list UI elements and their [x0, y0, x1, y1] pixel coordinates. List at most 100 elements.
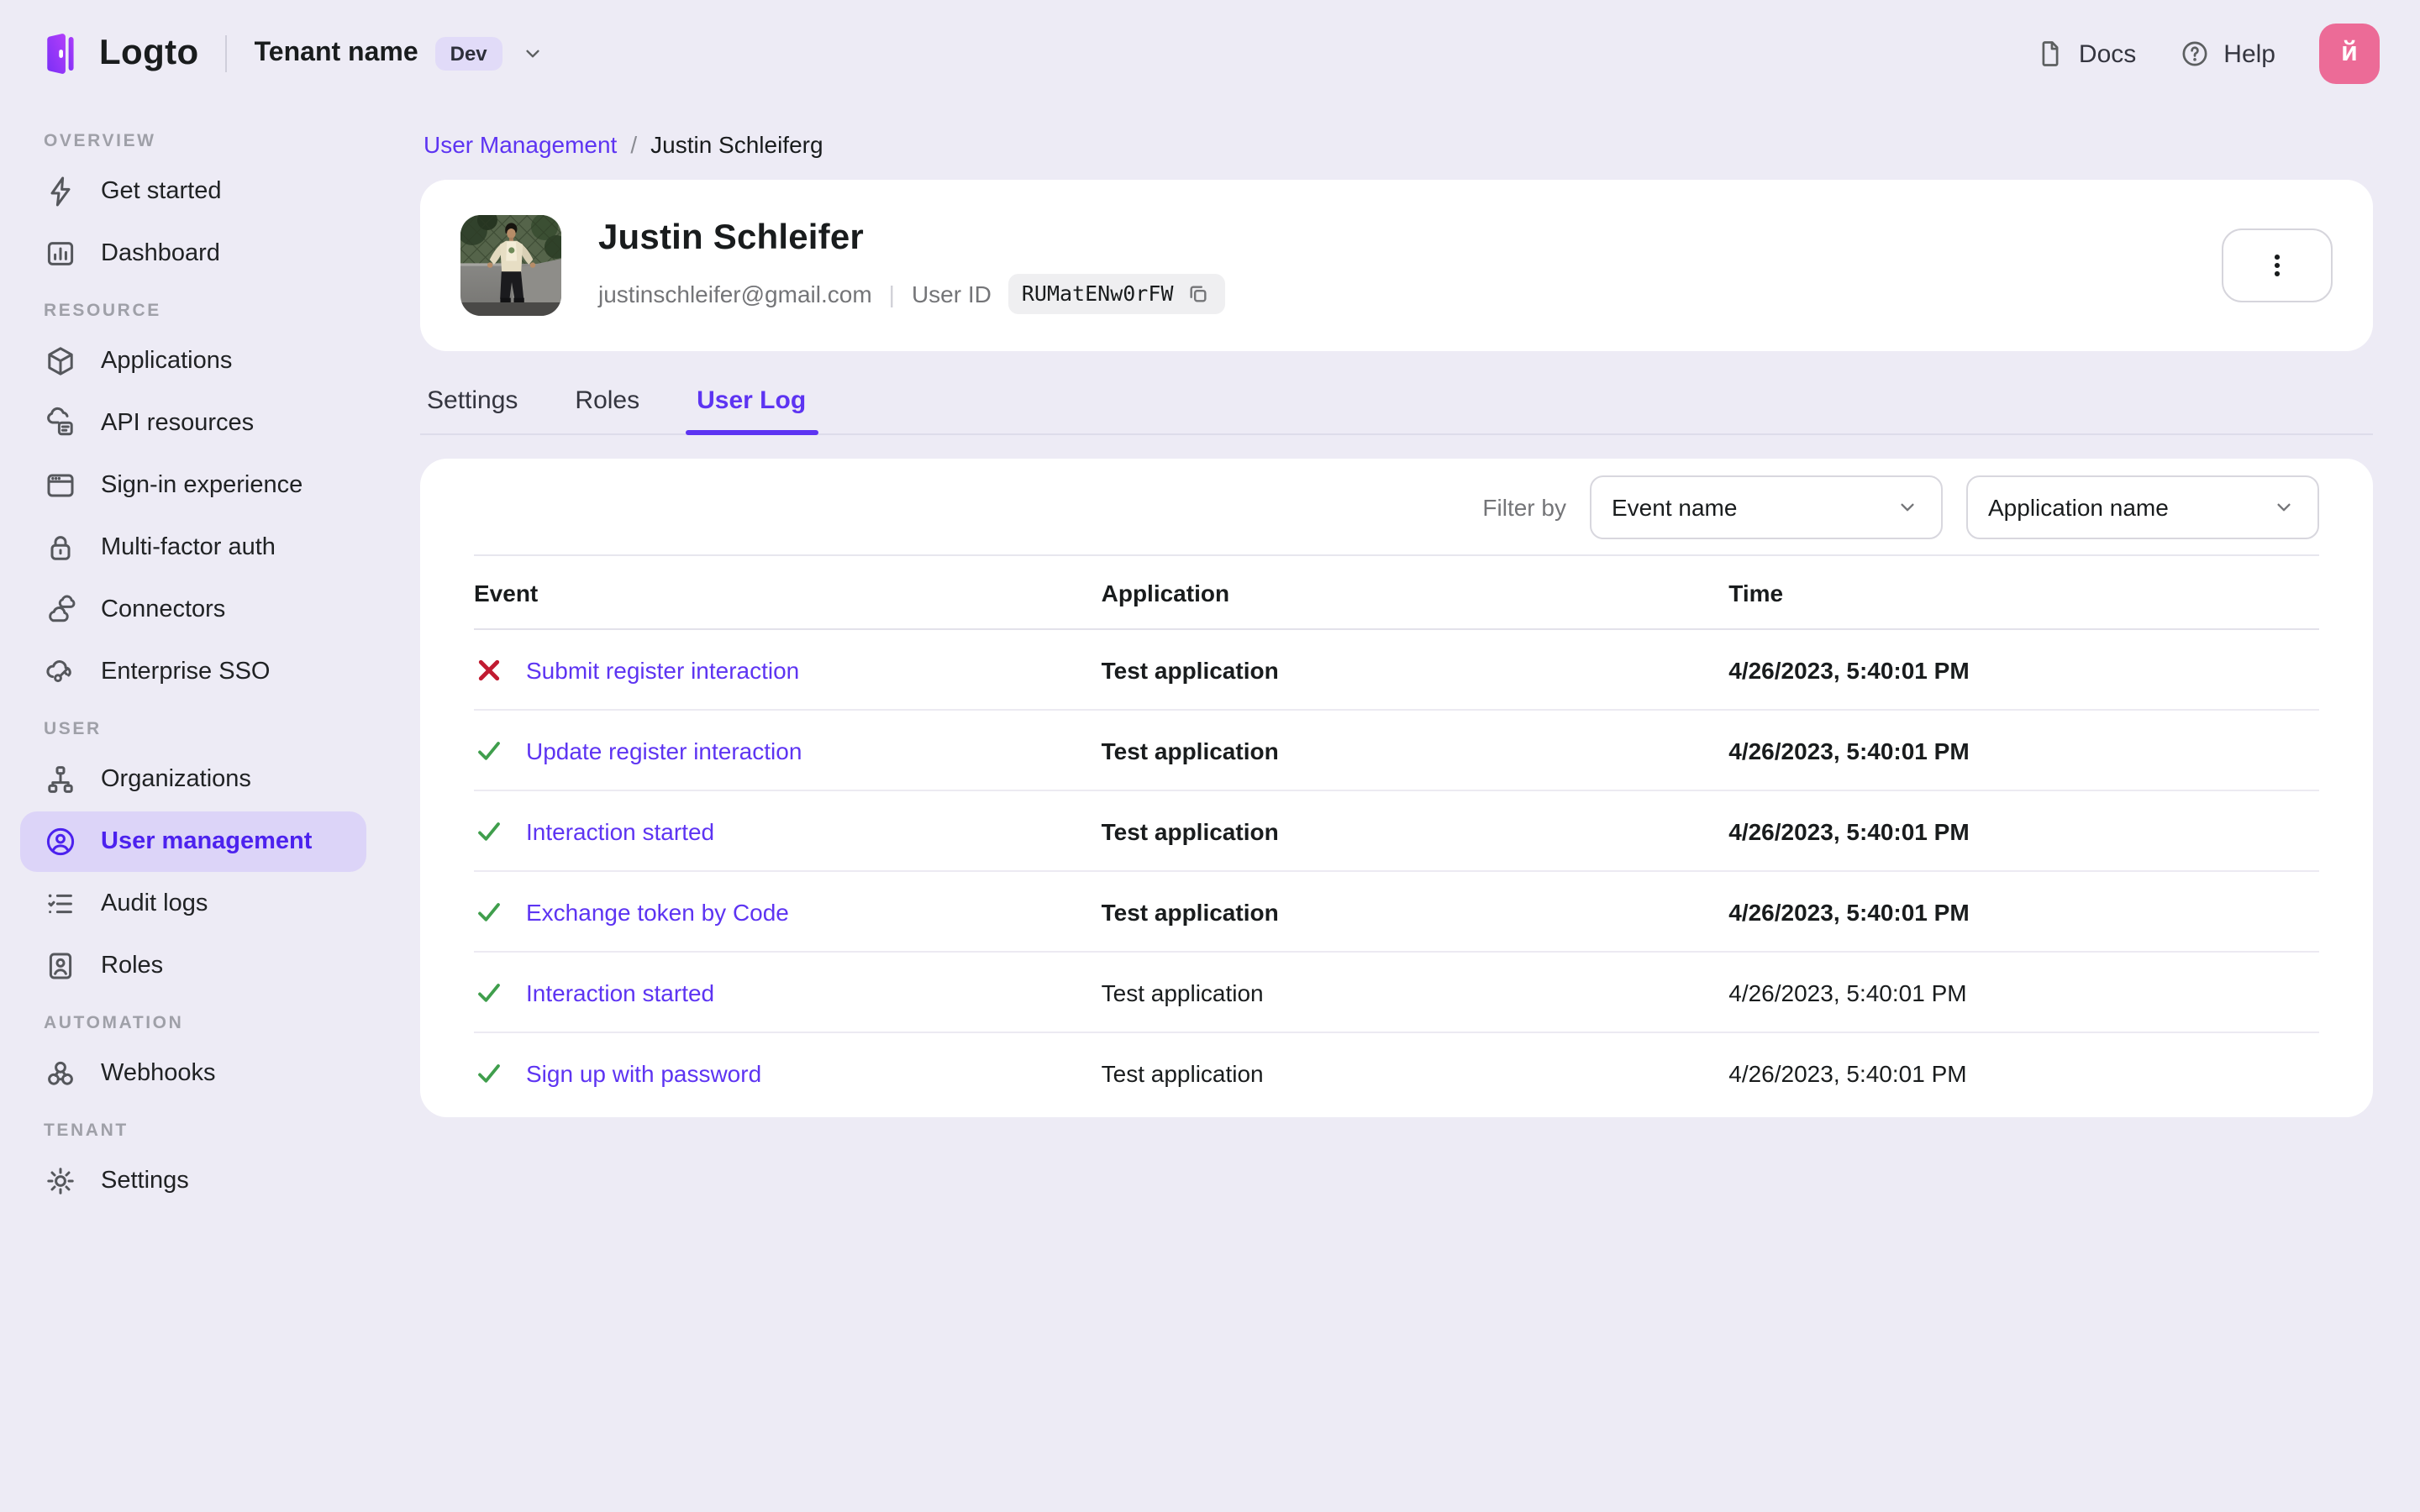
chevron-down-icon — [2270, 493, 2297, 520]
success-check-icon — [474, 735, 504, 765]
tab-label: User Log — [697, 386, 807, 415]
application-cell: Test application — [1101, 656, 1279, 683]
breadcrumb-user-management[interactable]: User Management — [424, 131, 617, 158]
browser-icon — [44, 469, 77, 502]
log-table-row: Sign up with password Test application 4… — [474, 1033, 2319, 1114]
filter-row: Filter by Event name Application name — [474, 459, 2319, 556]
sidebar-item-api-resources[interactable]: API resources — [20, 393, 366, 454]
log-table-row: Submit register interaction Test applica… — [474, 630, 2319, 711]
sidebar-item-multi-factor-auth[interactable]: Multi-factor auth — [20, 517, 366, 578]
tenant-selector[interactable]: Tenant name Dev — [255, 37, 546, 71]
user-detail-tabs: Settings Roles User Log — [420, 376, 2373, 435]
success-check-icon — [474, 1058, 504, 1089]
sidebar-item-roles[interactable]: Roles — [20, 936, 366, 996]
event-link[interactable]: Interaction started — [526, 817, 714, 844]
sidebar-section-label: RESOURCE — [44, 301, 161, 321]
sidebar-section-label: AUTOMATION — [44, 1013, 184, 1033]
org-icon — [44, 763, 77, 796]
dashboard-icon — [44, 237, 77, 270]
sidebar-item-sign-in-experience[interactable]: Sign-in experience — [20, 455, 366, 516]
sidebar-item-label: Roles — [101, 953, 164, 979]
sidebar-item-organizations[interactable]: Organizations — [20, 749, 366, 810]
application-cell: Test application — [1101, 1060, 1264, 1087]
sidebar-item-label: User management — [101, 828, 313, 855]
logto-logo-icon — [47, 34, 74, 74]
kebab-icon — [2262, 250, 2292, 281]
sidebar-item-get-started[interactable]: Get started — [20, 161, 366, 222]
document-icon — [2035, 39, 2065, 69]
column-header-event: Event — [474, 579, 539, 606]
user-log-card: Filter by Event name Application name Ev… — [420, 459, 2373, 1117]
clouds-icon — [44, 593, 77, 627]
user-circle-icon — [44, 825, 77, 858]
tab-settings[interactable]: Settings — [424, 376, 521, 433]
user-name: Justin Schleifer — [598, 218, 864, 256]
sidebar-item-label: API resources — [101, 410, 255, 437]
help-label: Help — [2223, 39, 2275, 68]
user-id-label: User ID — [911, 280, 992, 307]
tab-roles[interactable]: Roles — [571, 376, 643, 433]
event-link[interactable]: Interaction started — [526, 979, 714, 1005]
help-icon — [2180, 39, 2210, 69]
user-email: justinschleifer@gmail.com — [598, 280, 872, 307]
sidebar-item-user-management[interactable]: User management — [20, 811, 366, 872]
tab-label: Roles — [575, 386, 640, 415]
topbar-divider — [225, 35, 228, 72]
sidebar-item-dashboard[interactable]: Dashboard — [20, 223, 366, 284]
dropdown-value: Application name — [1988, 493, 2169, 520]
time-cell: 4/26/2023, 5:40:01 PM — [1728, 656, 1970, 683]
dropdown-value: Event name — [1612, 493, 1738, 520]
event-link[interactable]: Exchange token by Code — [526, 898, 789, 925]
sidebar-item-label: Organizations — [101, 766, 251, 793]
audit-icon — [44, 887, 77, 921]
sidebar-section: AUTOMATION Webhooks — [0, 1013, 387, 1104]
filter-by-label: Filter by — [1482, 493, 1566, 520]
sidebar-item-label: Webhooks — [101, 1060, 216, 1087]
table-header: Event Application Time — [474, 556, 2319, 630]
webhook-icon — [44, 1057, 77, 1090]
chevron-down-icon — [519, 40, 546, 67]
event-link[interactable]: Update register interaction — [526, 737, 802, 764]
sidebar-item-webhooks[interactable]: Webhooks — [20, 1043, 366, 1104]
application-cell: Test application — [1101, 979, 1264, 1005]
breadcrumb-current: Justin Schleiferg — [650, 131, 823, 158]
topbar: Logto Tenant name Dev Docs Help й — [0, 0, 2420, 108]
docs-label: Docs — [2078, 39, 2137, 68]
filter-dropdown-event-name[interactable]: Event name — [1590, 475, 1943, 538]
column-header-application: Application — [1101, 579, 1230, 606]
table-body: Submit register interaction Test applica… — [474, 630, 2319, 1114]
sidebar-item-applications[interactable]: Applications — [20, 331, 366, 391]
cube-icon — [44, 344, 77, 378]
user-avatar — [460, 215, 561, 316]
application-cell: Test application — [1101, 737, 1279, 764]
time-cell: 4/26/2023, 5:40:01 PM — [1728, 1060, 1967, 1087]
tenant-name: Tenant name — [254, 39, 418, 67]
event-link[interactable]: Sign up with password — [526, 1060, 761, 1087]
filter-dropdown-application-name[interactable]: Application name — [1966, 475, 2319, 538]
lock-icon — [44, 531, 77, 564]
user-header-card: Justin Schleifer justinschleifer@gmail.c… — [420, 180, 2373, 351]
success-check-icon — [474, 896, 504, 927]
account-avatar[interactable]: й — [2319, 24, 2380, 84]
sidebar-item-settings[interactable]: Settings — [20, 1151, 366, 1211]
time-cell: 4/26/2023, 5:40:01 PM — [1728, 737, 1970, 764]
time-cell: 4/26/2023, 5:40:01 PM — [1728, 979, 1967, 1005]
copy-icon[interactable] — [1185, 280, 1212, 307]
time-cell: 4/26/2023, 5:40:01 PM — [1728, 898, 1970, 925]
meta-divider: | — [888, 280, 895, 307]
sidebar-item-audit-logs[interactable]: Audit logs — [20, 874, 366, 934]
log-table-row: Exchange token by Code Test application … — [474, 872, 2319, 953]
tab-user-log[interactable]: User Log — [685, 376, 818, 435]
log-table-row: Interaction started Test application 4/2… — [474, 791, 2319, 872]
main-content: User Management / Justin Schleiferg Just… — [387, 108, 2420, 1117]
help-button[interactable]: Help — [2180, 39, 2275, 69]
sidebar-item-enterprise-sso[interactable]: Enterprise SSO — [20, 642, 366, 702]
sidebar-item-connectors[interactable]: Connectors — [20, 580, 366, 640]
docs-button[interactable]: Docs — [2035, 39, 2136, 69]
user-id-chip: RUMatENw0rFW — [1007, 273, 1226, 313]
sidebar-item-label: Applications — [101, 348, 233, 375]
more-actions-button[interactable] — [2222, 228, 2333, 302]
event-link[interactable]: Submit register interaction — [526, 656, 799, 683]
application-cell: Test application — [1101, 898, 1279, 925]
sidebar-section-label: TENANT — [44, 1121, 129, 1141]
